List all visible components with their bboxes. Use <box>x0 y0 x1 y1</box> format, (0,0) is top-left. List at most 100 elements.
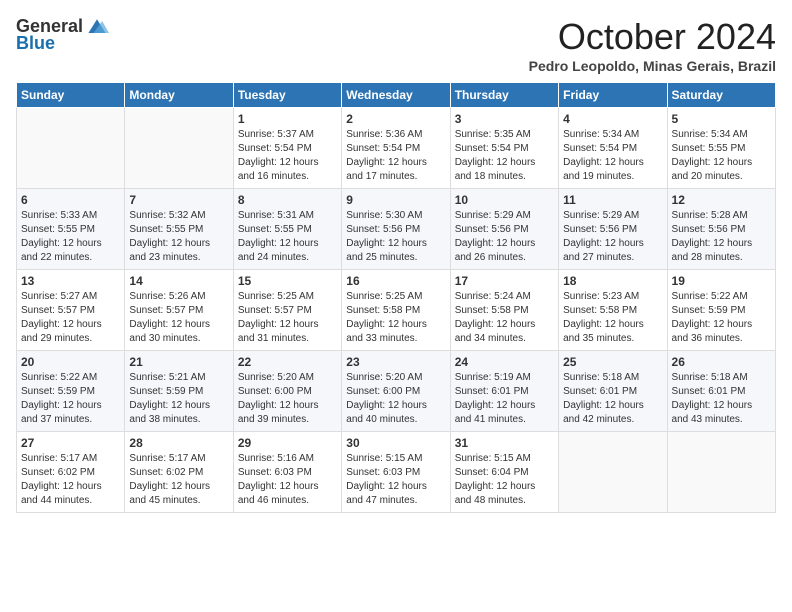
calendar-cell: 24 Sunrise: 5:19 AM Sunset: 6:01 PM Dayli… <box>450 351 558 432</box>
calendar-cell: 15 Sunrise: 5:25 AM Sunset: 5:57 PM Dayli… <box>233 270 341 351</box>
calendar-header-friday: Friday <box>559 83 667 108</box>
calendar-cell: 23 Sunrise: 5:20 AM Sunset: 6:00 PM Dayli… <box>342 351 450 432</box>
calendar-cell: 17 Sunrise: 5:24 AM Sunset: 5:58 PM Dayli… <box>450 270 558 351</box>
day-info: Sunrise: 5:17 AM Sunset: 6:02 PM Dayligh… <box>129 452 228 508</box>
day-info: Sunrise: 5:27 AM Sunset: 5:57 PM Dayligh… <box>21 290 120 346</box>
title-block: October 2024 Pedro Leopoldo, Minas Gerai… <box>529 16 776 74</box>
day-info: Sunrise: 5:18 AM Sunset: 6:01 PM Dayligh… <box>672 371 771 427</box>
calendar-cell: 31 Sunrise: 5:15 AM Sunset: 6:04 PM Dayli… <box>450 432 558 513</box>
calendar-cell: 21Sunrise: 5:21 AM Sunset: 5:59 PM Dayli… <box>125 351 233 432</box>
day-number: 13 <box>21 274 120 288</box>
day-info: Sunrise: 5:23 AM Sunset: 5:58 PM Dayligh… <box>563 290 662 346</box>
day-info: Sunrise: 5:25 AM Sunset: 5:57 PM Dayligh… <box>238 290 337 346</box>
calendar-cell: 22 Sunrise: 5:20 AM Sunset: 6:00 PM Dayli… <box>233 351 341 432</box>
logo-blue: Blue <box>16 33 55 54</box>
calendar-header-row: SundayMondayTuesdayWednesdayThursdayFrid… <box>17 83 776 108</box>
day-number: 25 <box>563 355 662 369</box>
day-number: 2 <box>346 112 445 126</box>
day-number: 14 <box>129 274 228 288</box>
calendar-cell: 16 Sunrise: 5:25 AM Sunset: 5:58 PM Dayli… <box>342 270 450 351</box>
day-info: Sunrise: 5:36 AM Sunset: 5:54 PM Dayligh… <box>346 128 445 184</box>
day-info: Sunrise: 5:20 AM Sunset: 6:00 PM Dayligh… <box>238 371 337 427</box>
calendar-cell: 30Sunrise: 5:15 AM Sunset: 6:03 PM Dayli… <box>342 432 450 513</box>
day-info: Sunrise: 5:37 AM Sunset: 5:54 PM Dayligh… <box>238 128 337 184</box>
calendar-header-wednesday: Wednesday <box>342 83 450 108</box>
day-number: 24 <box>455 355 554 369</box>
day-number: 29 <box>238 436 337 450</box>
calendar-cell: 25 Sunrise: 5:18 AM Sunset: 6:01 PM Dayli… <box>559 351 667 432</box>
calendar-cell: 11 Sunrise: 5:29 AM Sunset: 5:56 PM Dayli… <box>559 189 667 270</box>
day-info: Sunrise: 5:29 AM Sunset: 5:56 PM Dayligh… <box>455 209 554 265</box>
day-number: 26 <box>672 355 771 369</box>
calendar-cell: 13 Sunrise: 5:27 AM Sunset: 5:57 PM Dayli… <box>17 270 125 351</box>
day-info: Sunrise: 5:35 AM Sunset: 5:54 PM Dayligh… <box>455 128 554 184</box>
logo-icon <box>85 17 109 37</box>
calendar-cell <box>17 108 125 189</box>
day-info: Sunrise: 5:31 AM Sunset: 5:55 PM Dayligh… <box>238 209 337 265</box>
day-number: 31 <box>455 436 554 450</box>
day-info: Sunrise: 5:22 AM Sunset: 5:59 PM Dayligh… <box>672 290 771 346</box>
calendar-cell: 18 Sunrise: 5:23 AM Sunset: 5:58 PM Dayli… <box>559 270 667 351</box>
logo: General Blue <box>16 16 109 54</box>
day-info: Sunrise: 5:22 AM Sunset: 5:59 PM Dayligh… <box>21 371 120 427</box>
day-info: Sunrise: 5:20 AM Sunset: 6:00 PM Dayligh… <box>346 371 445 427</box>
calendar-cell: 6Sunrise: 5:33 AM Sunset: 5:55 PM Daylig… <box>17 189 125 270</box>
day-info: Sunrise: 5:29 AM Sunset: 5:56 PM Dayligh… <box>563 209 662 265</box>
day-number: 22 <box>238 355 337 369</box>
calendar-cell: 28 Sunrise: 5:17 AM Sunset: 6:02 PM Dayli… <box>125 432 233 513</box>
day-number: 7 <box>129 193 228 207</box>
day-info: Sunrise: 5:18 AM Sunset: 6:01 PM Dayligh… <box>563 371 662 427</box>
calendar-header-saturday: Saturday <box>667 83 775 108</box>
calendar-cell: 19Sunrise: 5:22 AM Sunset: 5:59 PM Dayli… <box>667 270 775 351</box>
day-info: Sunrise: 5:32 AM Sunset: 5:55 PM Dayligh… <box>129 209 228 265</box>
calendar-cell: 14 Sunrise: 5:26 AM Sunset: 5:57 PM Dayli… <box>125 270 233 351</box>
day-number: 1 <box>238 112 337 126</box>
calendar-week-2: 6Sunrise: 5:33 AM Sunset: 5:55 PM Daylig… <box>17 189 776 270</box>
calendar-cell: 27 Sunrise: 5:17 AM Sunset: 6:02 PM Dayli… <box>17 432 125 513</box>
day-info: Sunrise: 5:16 AM Sunset: 6:03 PM Dayligh… <box>238 452 337 508</box>
day-number: 15 <box>238 274 337 288</box>
calendar-cell: 26 Sunrise: 5:18 AM Sunset: 6:01 PM Dayli… <box>667 351 775 432</box>
calendar-week-4: 20 Sunrise: 5:22 AM Sunset: 5:59 PM Dayli… <box>17 351 776 432</box>
day-number: 17 <box>455 274 554 288</box>
day-info: Sunrise: 5:15 AM Sunset: 6:04 PM Dayligh… <box>455 452 554 508</box>
day-info: Sunrise: 5:28 AM Sunset: 5:56 PM Dayligh… <box>672 209 771 265</box>
day-info: Sunrise: 5:25 AM Sunset: 5:58 PM Dayligh… <box>346 290 445 346</box>
day-number: 12 <box>672 193 771 207</box>
day-number: 30 <box>346 436 445 450</box>
calendar-cell: 2 Sunrise: 5:36 AM Sunset: 5:54 PM Daylig… <box>342 108 450 189</box>
day-info: Sunrise: 5:30 AM Sunset: 5:56 PM Dayligh… <box>346 209 445 265</box>
page-header: General Blue October 2024 Pedro Leopoldo… <box>16 16 776 74</box>
day-info: Sunrise: 5:26 AM Sunset: 5:57 PM Dayligh… <box>129 290 228 346</box>
day-number: 18 <box>563 274 662 288</box>
calendar-cell <box>667 432 775 513</box>
day-number: 6 <box>21 193 120 207</box>
day-info: Sunrise: 5:17 AM Sunset: 6:02 PM Dayligh… <box>21 452 120 508</box>
day-number: 27 <box>21 436 120 450</box>
calendar-cell: 1 Sunrise: 5:37 AM Sunset: 5:54 PM Daylig… <box>233 108 341 189</box>
day-number: 11 <box>563 193 662 207</box>
day-number: 20 <box>21 355 120 369</box>
calendar-week-3: 13 Sunrise: 5:27 AM Sunset: 5:57 PM Dayli… <box>17 270 776 351</box>
calendar-cell: 10Sunrise: 5:29 AM Sunset: 5:56 PM Dayli… <box>450 189 558 270</box>
calendar-cell: 20 Sunrise: 5:22 AM Sunset: 5:59 PM Dayli… <box>17 351 125 432</box>
calendar-header-thursday: Thursday <box>450 83 558 108</box>
calendar-cell <box>559 432 667 513</box>
day-info: Sunrise: 5:19 AM Sunset: 6:01 PM Dayligh… <box>455 371 554 427</box>
day-number: 3 <box>455 112 554 126</box>
calendar-table: SundayMondayTuesdayWednesdayThursdayFrid… <box>16 82 776 513</box>
calendar-cell: 5Sunrise: 5:34 AM Sunset: 5:55 PM Daylig… <box>667 108 775 189</box>
day-number: 21 <box>129 355 228 369</box>
day-info: Sunrise: 5:34 AM Sunset: 5:55 PM Dayligh… <box>672 128 771 184</box>
day-info: Sunrise: 5:34 AM Sunset: 5:54 PM Dayligh… <box>563 128 662 184</box>
calendar-cell: 7 Sunrise: 5:32 AM Sunset: 5:55 PM Daylig… <box>125 189 233 270</box>
calendar-cell: 9Sunrise: 5:30 AM Sunset: 5:56 PM Daylig… <box>342 189 450 270</box>
calendar-header-sunday: Sunday <box>17 83 125 108</box>
calendar-body: 1 Sunrise: 5:37 AM Sunset: 5:54 PM Daylig… <box>17 108 776 513</box>
day-number: 28 <box>129 436 228 450</box>
calendar-week-1: 1 Sunrise: 5:37 AM Sunset: 5:54 PM Daylig… <box>17 108 776 189</box>
month-title: October 2024 <box>529 16 776 58</box>
day-number: 23 <box>346 355 445 369</box>
day-number: 16 <box>346 274 445 288</box>
day-info: Sunrise: 5:24 AM Sunset: 5:58 PM Dayligh… <box>455 290 554 346</box>
